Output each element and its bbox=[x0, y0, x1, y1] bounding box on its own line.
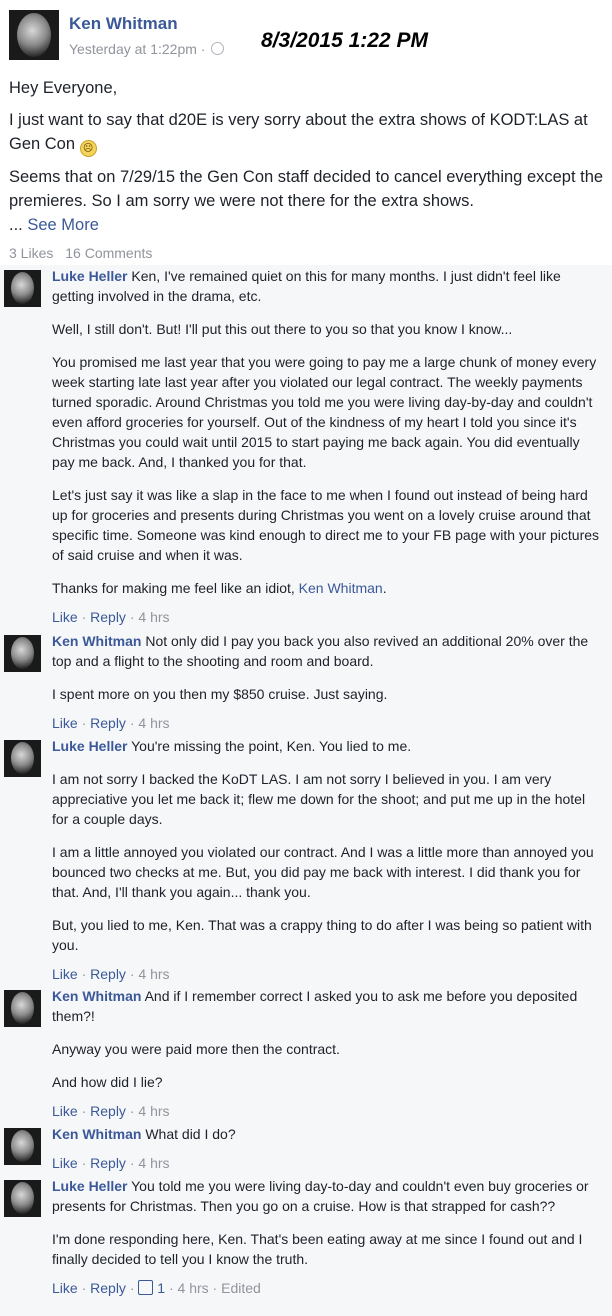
comment-time[interactable]: 4 hrs bbox=[138, 966, 169, 982]
comment-text: Anyway you were paid more then the contr… bbox=[52, 1041, 340, 1057]
comment-actions: Like · Reply · 4 hrs bbox=[52, 1101, 602, 1121]
comment-body: Luke Heller You told me you were living … bbox=[52, 1176, 602, 1298]
action-separator: · bbox=[129, 1155, 135, 1171]
likes-count[interactable]: 3 Likes bbox=[9, 245, 53, 261]
comment-text: You're missing the point, Ken. You lied … bbox=[131, 738, 412, 754]
commenter-name[interactable]: Ken Whitman bbox=[52, 988, 141, 1004]
comment-time[interactable]: 4 hrs bbox=[178, 1280, 209, 1296]
comment-text: But, you lied to me, Ken. That was a cra… bbox=[52, 917, 592, 953]
comment-text: I am a little annoyed you violated our c… bbox=[52, 844, 594, 900]
commenter-avatar[interactable] bbox=[4, 270, 41, 307]
comment-text: Well, I still don't. But! I'll put this … bbox=[52, 321, 513, 337]
comment-time[interactable]: 4 hrs bbox=[138, 609, 169, 625]
meta-separator: · bbox=[200, 41, 206, 57]
see-more-link[interactable]: See More bbox=[27, 216, 99, 234]
comment-text: And how did I lie? bbox=[52, 1074, 163, 1090]
commenter-avatar[interactable] bbox=[4, 1128, 41, 1165]
commenter-name[interactable]: Luke Heller bbox=[52, 268, 127, 284]
timestamp-overlay: 8/3/2015 1:22 PM bbox=[261, 29, 428, 52]
like-link[interactable]: Like bbox=[52, 715, 78, 731]
post-time[interactable]: Yesterday at 1:22pm bbox=[69, 41, 197, 57]
comment-text: Let's just say it was like a slap in the… bbox=[52, 487, 600, 563]
reply-link[interactable]: Reply bbox=[90, 1280, 126, 1296]
action-separator: · bbox=[129, 1280, 135, 1296]
post-meta: Yesterday at 1:22pm · bbox=[69, 41, 225, 57]
comment-time[interactable]: 4 hrs bbox=[138, 1155, 169, 1171]
reply-link[interactable]: Reply bbox=[90, 609, 126, 625]
author-avatar[interactable] bbox=[9, 10, 59, 60]
commenter-name[interactable]: Ken Whitman bbox=[52, 1126, 141, 1142]
commenter-avatar[interactable] bbox=[4, 740, 41, 777]
reaction-count[interactable]: 1 bbox=[157, 1280, 165, 1296]
globe-icon[interactable] bbox=[211, 42, 225, 55]
action-separator: · bbox=[81, 1103, 87, 1119]
reply-link[interactable]: Reply bbox=[90, 1103, 126, 1119]
post-greeting: Hey Everyone, bbox=[9, 79, 118, 97]
post-line-2-text: Seems that on 7/29/15 the Gen Con staff … bbox=[9, 168, 604, 210]
comment-actions: Like · Reply · 4 hrs bbox=[52, 713, 602, 733]
commenter-name[interactable]: Ken Whitman bbox=[52, 633, 141, 649]
post-header: Ken Whitman Yesterday at 1:22pm · 8/3/20… bbox=[0, 0, 612, 70]
reply-link[interactable]: Reply bbox=[90, 715, 126, 731]
comment-body: Ken Whitman What did I do? Like · Reply … bbox=[52, 1124, 602, 1173]
comment-text: Ken, I've remained quiet on this for man… bbox=[52, 268, 561, 304]
comment-actions: Like · Reply · 1 · 4 hrs · Edited bbox=[52, 1278, 602, 1298]
action-separator: · bbox=[81, 609, 87, 625]
comment-text: You told me you were living day-to-day a… bbox=[52, 1178, 589, 1214]
action-separator: · bbox=[129, 966, 135, 982]
post-stats: 3 Likes 16 Comments bbox=[9, 245, 160, 261]
commenter-avatar[interactable] bbox=[4, 635, 41, 672]
comment-actions: Like · Reply · 4 hrs bbox=[52, 607, 602, 627]
comment-actions: Like · Reply · 4 hrs bbox=[52, 1153, 602, 1173]
comment-body: Ken Whitman Not only did I pay you back … bbox=[52, 631, 602, 733]
like-link[interactable]: Like bbox=[52, 1103, 78, 1119]
post-author-name[interactable]: Ken Whitman bbox=[69, 14, 178, 34]
comment-text: I am not sorry I backed the KoDT LAS. I … bbox=[52, 771, 586, 827]
comments-section: Luke Heller Ken, I've remained quiet on … bbox=[0, 265, 612, 1316]
frown-emoji-icon: ☹ bbox=[79, 140, 97, 157]
commenter-name[interactable]: Luke Heller bbox=[52, 738, 127, 754]
action-separator: · bbox=[168, 1280, 174, 1296]
like-link[interactable]: Like bbox=[52, 1280, 78, 1296]
action-separator: · bbox=[81, 715, 87, 731]
comment-text: I'm done responding here, Ken. That's be… bbox=[52, 1231, 583, 1267]
comment-body: Luke Heller You're missing the point, Ke… bbox=[52, 736, 602, 984]
post-body: Hey Everyone, I just want to say that d2… bbox=[9, 76, 605, 245]
comment-text: I spent more on you then my $850 cruise.… bbox=[52, 686, 388, 702]
comment-text: Thanks for making me feel like an idiot, bbox=[52, 580, 295, 596]
comment-time[interactable]: 4 hrs bbox=[138, 1103, 169, 1119]
action-separator: · bbox=[81, 1155, 87, 1171]
action-separator: · bbox=[129, 1103, 135, 1119]
like-link[interactable]: Like bbox=[52, 1155, 78, 1171]
action-separator: · bbox=[129, 609, 135, 625]
comments-count[interactable]: 16 Comments bbox=[65, 245, 152, 261]
comment-body: Ken Whitman And if I remember correct I … bbox=[52, 986, 602, 1121]
comment-actions: Like · Reply · 4 hrs bbox=[52, 964, 602, 984]
comment-time[interactable]: 4 hrs bbox=[138, 715, 169, 731]
comment-body: Luke Heller Ken, I've remained quiet on … bbox=[52, 266, 602, 627]
post-line-2: Seems that on 7/29/15 the Gen Con staff … bbox=[9, 165, 605, 237]
action-separator: · bbox=[81, 1280, 87, 1296]
action-separator: · bbox=[129, 715, 135, 731]
commenter-avatar[interactable] bbox=[4, 990, 41, 1027]
commenter-name[interactable]: Luke Heller bbox=[52, 1178, 127, 1194]
post-line-1: I just want to say that d20E is very sor… bbox=[9, 108, 605, 157]
post-ellipsis: ... bbox=[9, 216, 23, 234]
reply-link[interactable]: Reply bbox=[90, 1155, 126, 1171]
like-link[interactable]: Like bbox=[52, 966, 78, 982]
action-separator: · bbox=[212, 1280, 218, 1296]
comment-text: What did I do? bbox=[145, 1126, 236, 1142]
mention-link[interactable]: Ken Whitman bbox=[299, 580, 383, 596]
commenter-avatar[interactable] bbox=[4, 1180, 41, 1217]
like-link[interactable]: Like bbox=[52, 609, 78, 625]
like-thumb-icon[interactable] bbox=[138, 1280, 154, 1295]
action-separator: · bbox=[81, 966, 87, 982]
comment-text: You promised me last year that you were … bbox=[52, 354, 597, 470]
edited-label[interactable]: Edited bbox=[221, 1280, 261, 1296]
reply-link[interactable]: Reply bbox=[90, 966, 126, 982]
